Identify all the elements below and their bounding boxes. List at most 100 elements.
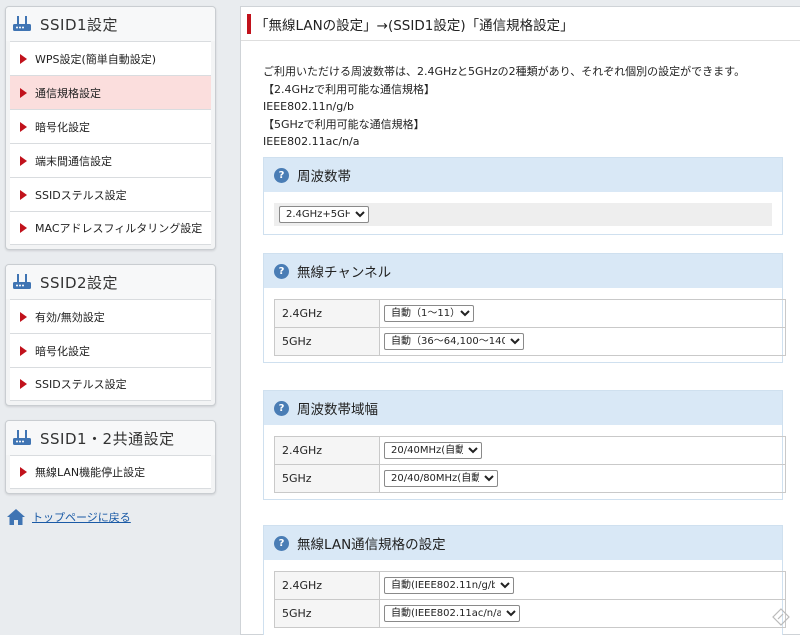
table-row: 2.4GHz 自動(IEEE802.11n/g/b) <box>274 571 786 600</box>
sidebar-item-label: 通信規格設定 <box>35 86 101 100</box>
sidebar-item-wps[interactable]: WPS設定(簡単自動設定) <box>10 41 211 75</box>
router-icon <box>13 430 31 445</box>
table-row: 2.4GHz 20/40MHz(自動) <box>274 436 786 465</box>
bandwidth-5-select[interactable]: 20/40/80MHz(自動) <box>384 470 498 487</box>
sidebar-item-wlan-stop[interactable]: 無線LAN機能停止設定 <box>10 455 211 489</box>
row-label: 5GHz <box>274 464 380 493</box>
watermark-icon <box>772 608 790 626</box>
title-accent-bar <box>247 13 251 34</box>
help-icon[interactable]: ? <box>274 167 289 183</box>
table-row: 2.4GHz 自動（1〜11） <box>274 299 786 328</box>
row-value-cell: 自動（36〜64,100〜140） <box>379 327 786 356</box>
ssid1-title: SSID1設定 <box>40 15 119 34</box>
intro-line: 【5GHzで利用可能な通信規格】 <box>263 117 425 131</box>
help-icon[interactable]: ? <box>274 263 289 279</box>
sidebar-item-stealth[interactable]: SSIDステルス設定 <box>10 177 211 211</box>
home-link[interactable]: トップページに戻る <box>6 508 131 526</box>
row-value-cell: 20/40/80MHz(自動) <box>379 464 786 493</box>
common-header: SSID1・2共通設定 <box>6 421 215 455</box>
ssid1-header: SSID1設定 <box>6 7 215 41</box>
section-header: ? 無線チャンネル <box>264 254 782 288</box>
intro-line: IEEE802.11n/g/b <box>263 100 354 113</box>
sidebar-item-label: 端末間通信設定 <box>35 154 112 168</box>
channel-section: ? 無線チャンネル 2.4GHz 自動（1〜11） 5GHz 自動（36〜64,… <box>263 253 786 363</box>
triangle-bullet-icon <box>20 379 27 389</box>
triangle-bullet-icon <box>20 223 27 233</box>
row-value-cell: 自動(IEEE802.11ac/n/a) <box>379 599 786 628</box>
row-value-cell: 自動(IEEE802.11n/g/b) <box>379 571 786 600</box>
triangle-bullet-icon <box>20 467 27 477</box>
freq-band-select[interactable]: 2.4GHz+5GHz <box>279 206 369 223</box>
ssid2-menu: SSID2設定 有効/無効設定 暗号化設定 SSIDステルス設定 <box>5 264 216 406</box>
sidebar: SSID1設定 WPS設定(簡単自動設定) 通信規格設定 暗号化設定 端末間通信… <box>0 0 226 635</box>
row-value-cell: 自動（1〜11） <box>379 299 786 328</box>
help-icon[interactable]: ? <box>274 535 289 551</box>
sidebar-item-label: SSIDステルス設定 <box>35 378 127 391</box>
row-label: 2.4GHz <box>274 436 380 465</box>
common-menu: SSID1・2共通設定 無線LAN機能停止設定 <box>5 420 216 494</box>
section-title: 無線チャンネル <box>297 265 392 281</box>
bandwidth-section: ? 周波数帯域幅 2.4GHz 20/40MHz(自動) 5GHz 20/40/… <box>263 390 786 500</box>
ssid2-title: SSID2設定 <box>40 273 119 292</box>
sidebar-item-mac-filter[interactable]: MACアドレスフィルタリング設定 <box>10 211 211 245</box>
section-header: ? 周波数帯域幅 <box>264 391 782 425</box>
sidebar-item-encryption[interactable]: 暗号化設定 <box>10 109 211 143</box>
triangle-bullet-icon <box>20 155 27 166</box>
ssid1-menu: SSID1設定 WPS設定(簡単自動設定) 通信規格設定 暗号化設定 端末間通信… <box>5 6 216 250</box>
section-header: ? 無線LAN通信規格の設定 <box>264 526 782 560</box>
triangle-bullet-icon <box>20 345 27 356</box>
page-title-bar: 「無線LANの設定」→(SSID1設定)「通信規格設定」 <box>241 7 800 41</box>
triangle-bullet-icon <box>20 311 27 322</box>
sidebar-item-standard[interactable]: 通信規格設定 <box>10 75 211 109</box>
sidebar-item-label: 有効/無効設定 <box>35 310 105 324</box>
intro-line: 【2.4GHzで利用可能な通信規格】 <box>263 82 436 96</box>
intro-text: ご利用いただける周波数帯は、2.4GHzと5GHzの2種類があり、それぞれ個別の… <box>263 63 745 151</box>
channel-24-select[interactable]: 自動（1〜11） <box>384 305 474 322</box>
intro-line: IEEE802.11ac/n/a <box>263 135 360 148</box>
section-title: 無線LAN通信規格の設定 <box>297 537 446 553</box>
triangle-bullet-icon <box>20 53 27 64</box>
triangle-bullet-icon <box>20 189 27 200</box>
sidebar-item-label: WPS設定(簡単自動設定) <box>35 52 157 66</box>
row-label: 2.4GHz <box>274 299 380 328</box>
home-link-label: トップページに戻る <box>32 511 131 524</box>
table-row: 5GHz 20/40/80MHz(自動) <box>274 464 786 493</box>
page-title: 「無線LANの設定」→(SSID1設定)「通信規格設定」 <box>255 17 574 34</box>
standard-24-select[interactable]: 自動(IEEE802.11n/g/b) <box>384 577 514 594</box>
table-row: 5GHz 自動（36〜64,100〜140） <box>274 327 786 356</box>
common-title: SSID1・2共通設定 <box>40 429 175 448</box>
sidebar-item-label: 暗号化設定 <box>35 344 90 358</box>
triangle-bullet-icon <box>20 121 27 132</box>
standard-table: 2.4GHz 自動(IEEE802.11n/g/b) 5GHz 自動(IEEE8… <box>274 571 786 628</box>
main-panel: 「無線LANの設定」→(SSID1設定)「通信規格設定」 ご利用いただける周波数… <box>240 6 800 635</box>
channel-table: 2.4GHz 自動（1〜11） 5GHz 自動（36〜64,100〜140） <box>274 299 786 356</box>
router-icon <box>13 16 31 31</box>
bandwidth-table: 2.4GHz 20/40MHz(自動) 5GHz 20/40/80MHz(自動) <box>274 436 786 493</box>
standard-section: ? 無線LAN通信規格の設定 2.4GHz 自動(IEEE802.11n/g/b… <box>263 525 786 635</box>
home-icon <box>7 509 25 525</box>
triangle-bullet-icon <box>20 87 27 98</box>
sidebar-item-stealth[interactable]: SSIDステルス設定 <box>10 367 211 401</box>
section-header: ? 周波数帯 <box>264 158 782 192</box>
standard-5-select[interactable]: 自動(IEEE802.11ac/n/a) <box>384 605 520 622</box>
freq-band-row: 2.4GHz+5GHz <box>274 203 772 226</box>
channel-5-select[interactable]: 自動（36〜64,100〜140） <box>384 333 524 350</box>
sidebar-item-encryption[interactable]: 暗号化設定 <box>10 333 211 367</box>
sidebar-item-enable[interactable]: 有効/無効設定 <box>10 299 211 333</box>
sidebar-item-interdevice[interactable]: 端末間通信設定 <box>10 143 211 177</box>
intro-line: ご利用いただける周波数帯は、2.4GHzと5GHzの2種類があり、それぞれ個別の… <box>263 65 746 78</box>
bandwidth-24-select[interactable]: 20/40MHz(自動) <box>384 442 482 459</box>
sidebar-item-label: 暗号化設定 <box>35 120 90 134</box>
help-icon[interactable]: ? <box>274 400 289 416</box>
router-icon <box>13 274 31 289</box>
table-row: 5GHz 自動(IEEE802.11ac/n/a) <box>274 599 786 628</box>
section-title: 周波数帯 <box>297 169 351 185</box>
row-label: 5GHz <box>274 599 380 628</box>
ssid2-header: SSID2設定 <box>6 265 215 299</box>
freq-band-section: ? 周波数帯 2.4GHz+5GHz <box>263 157 783 235</box>
row-label: 2.4GHz <box>274 571 380 600</box>
row-label: 5GHz <box>274 327 380 356</box>
sidebar-item-label: 無線LAN機能停止設定 <box>35 466 146 479</box>
sidebar-item-label: SSIDステルス設定 <box>35 188 127 202</box>
row-value-cell: 20/40MHz(自動) <box>379 436 786 465</box>
